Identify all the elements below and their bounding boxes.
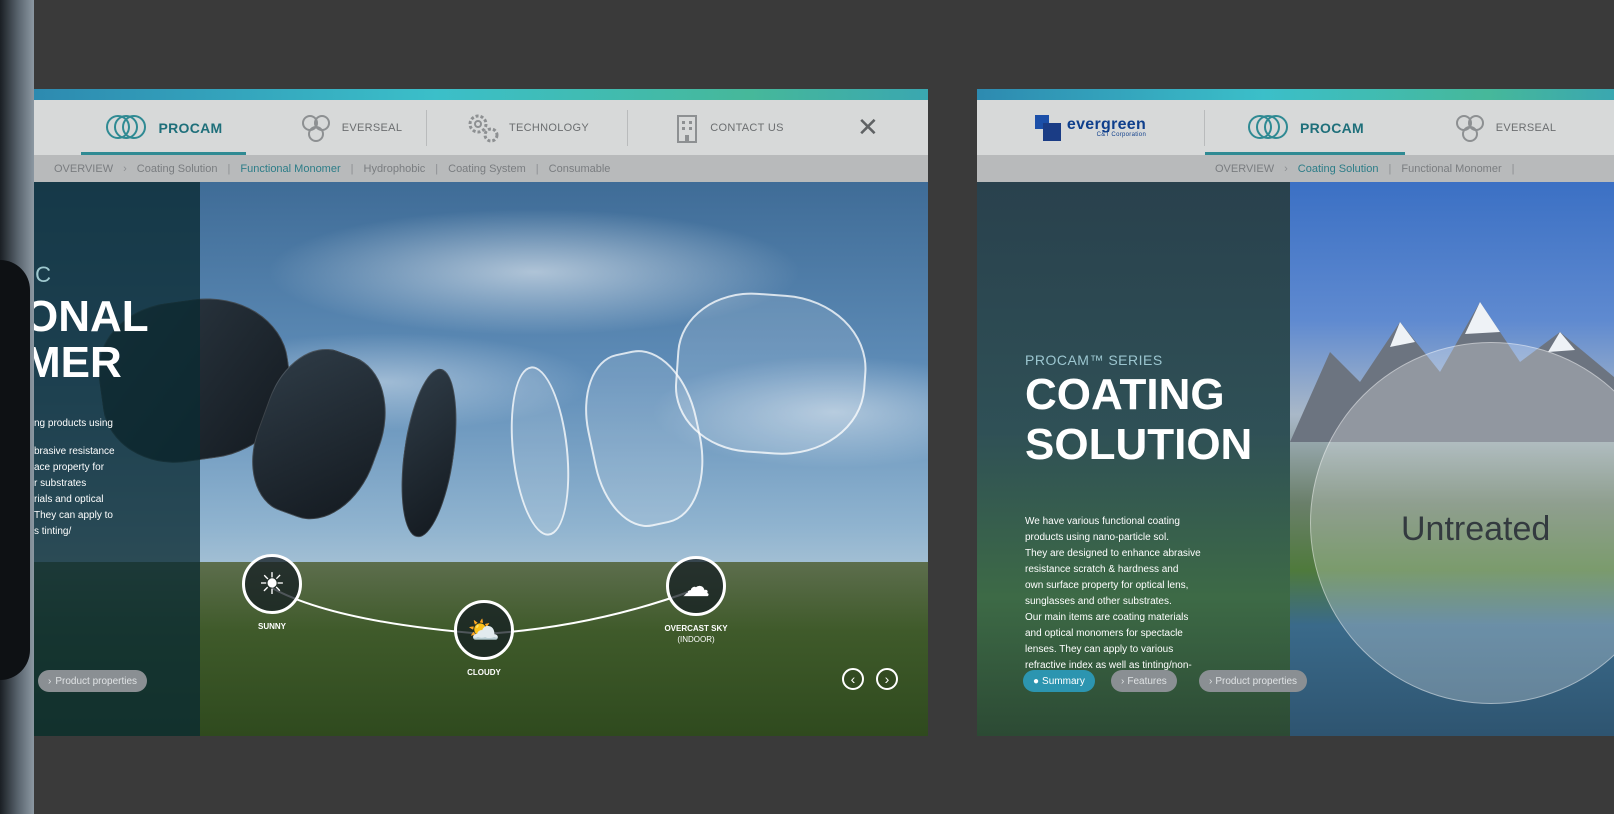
nav-technology[interactable]: TECHNOLOGY (427, 100, 627, 155)
summary-label: Summary (1042, 675, 1085, 687)
evergreen-logo-icon (1034, 114, 1061, 141)
nav-everseal-label: EVERSEAL (1495, 121, 1557, 134)
nav-everseal-label: EVERSEAL (341, 121, 403, 134)
procam-logo-icon (104, 113, 150, 143)
untreated-label: Untreated (1401, 510, 1551, 548)
product-properties-pill[interactable]: › Product properties (38, 670, 148, 692)
previous-slide-edge (0, 0, 34, 814)
sub-nav: OVERVIEW › Coating Solution | Functional… (977, 155, 1614, 182)
hero-image: IC ONAL MER ng products using brasive re… (34, 182, 928, 736)
subnav-coating-solution[interactable]: Coating Solution (1298, 163, 1379, 175)
cloudy-icon[interactable]: ⛅ (454, 600, 514, 660)
hero-text: PROCAM™ SERIES COATING SOLUTION We have … (1025, 352, 1265, 690)
next-arrow-button[interactable]: › (876, 668, 898, 690)
cloudy-label: CLOUDY (467, 668, 501, 677)
sunny-icon[interactable]: ☀ (242, 554, 302, 614)
slide-functional-monomer[interactable]: PROCAM EVERSEAL TECHNOLOGY CONTACT US ✕ … (34, 89, 928, 736)
overcast-icon[interactable]: ☁ (666, 556, 726, 616)
subnav-coating-system[interactable]: Coating System (448, 163, 526, 175)
nav-contact-label: CONTACT US (710, 121, 784, 134)
product-properties-pill[interactable]: › Product properties (1199, 670, 1308, 692)
product-properties-label: Product properties (1215, 675, 1298, 687)
overcast-sublabel: (INDOOR) (677, 635, 715, 644)
hero-description: We have various functional coating produ… (1025, 516, 1201, 687)
nav-procam-label: PROCAM (158, 119, 223, 136)
subnav-overview[interactable]: OVERVIEW (54, 163, 113, 175)
sub-nav: OVERVIEW › Coating Solution | Functional… (34, 155, 928, 182)
top-nav: PROCAM EVERSEAL TECHNOLOGY CONTACT US ✕ (34, 100, 928, 155)
subnav-consumable[interactable]: Consumable (549, 163, 611, 175)
hero-title-line2: SOLUTION (1025, 420, 1253, 469)
hero-title-line1: COATING (1025, 370, 1225, 419)
product-properties-label: Product properties (55, 675, 138, 687)
nav-technology-label: TECHNOLOGY (508, 121, 589, 134)
nav-everseal[interactable]: EVERSEAL (1405, 100, 1605, 155)
summary-pill[interactable]: ● Summary (1023, 670, 1095, 692)
gears-icon (468, 114, 499, 142)
sunny-label: SUNNY (257, 622, 286, 631)
accent-strip (977, 89, 1614, 100)
nav-contact[interactable]: CONTACT US (628, 100, 828, 155)
close-icon: ✕ (856, 112, 880, 142)
subnav-hydrophobic[interactable]: Hydrophobic (364, 163, 426, 175)
everseal-icon (1455, 114, 1484, 142)
nav-procam[interactable]: PROCAM (1205, 100, 1405, 155)
hero-image: Untreated PROCAM™ SERIES COATING SOLUTIO… (977, 182, 1614, 736)
subnav-functional-monomer[interactable]: Functional Monomer (1401, 163, 1501, 175)
accent-strip (34, 89, 928, 100)
subnav-coating-solution[interactable]: Coating Solution (137, 163, 218, 175)
nav-everseal[interactable]: EVERSEAL (276, 100, 426, 155)
subnav-overview[interactable]: OVERVIEW (1215, 163, 1274, 175)
nav-procam-label: PROCAM (1299, 119, 1365, 136)
series-label: PROCAM™ SERIES (1025, 352, 1163, 368)
evergreen-wordmark: evergreen (1066, 115, 1147, 133)
slide-coating-solution[interactable]: evergreen C&T Corporation PROCAM EVERSEA… (977, 89, 1614, 736)
nav-procam[interactable]: PROCAM (81, 100, 246, 155)
top-nav: evergreen C&T Corporation PROCAM EVERSEA… (977, 100, 1614, 155)
close-button[interactable]: ✕ (828, 100, 908, 155)
evergreen-logo[interactable]: evergreen C&T Corporation (977, 100, 1204, 155)
dark-object (0, 260, 30, 680)
everseal-icon (301, 114, 330, 142)
building-icon (677, 114, 698, 143)
procam-logo-icon (1246, 113, 1292, 143)
prev-arrow-button[interactable]: ‹ (842, 668, 864, 690)
features-label: Features (1127, 675, 1167, 687)
subnav-functional-monomer[interactable]: Functional Monomer (240, 163, 340, 175)
overcast-label: OVERCAST SKY (664, 624, 728, 633)
features-pill[interactable]: › Features (1111, 670, 1177, 692)
